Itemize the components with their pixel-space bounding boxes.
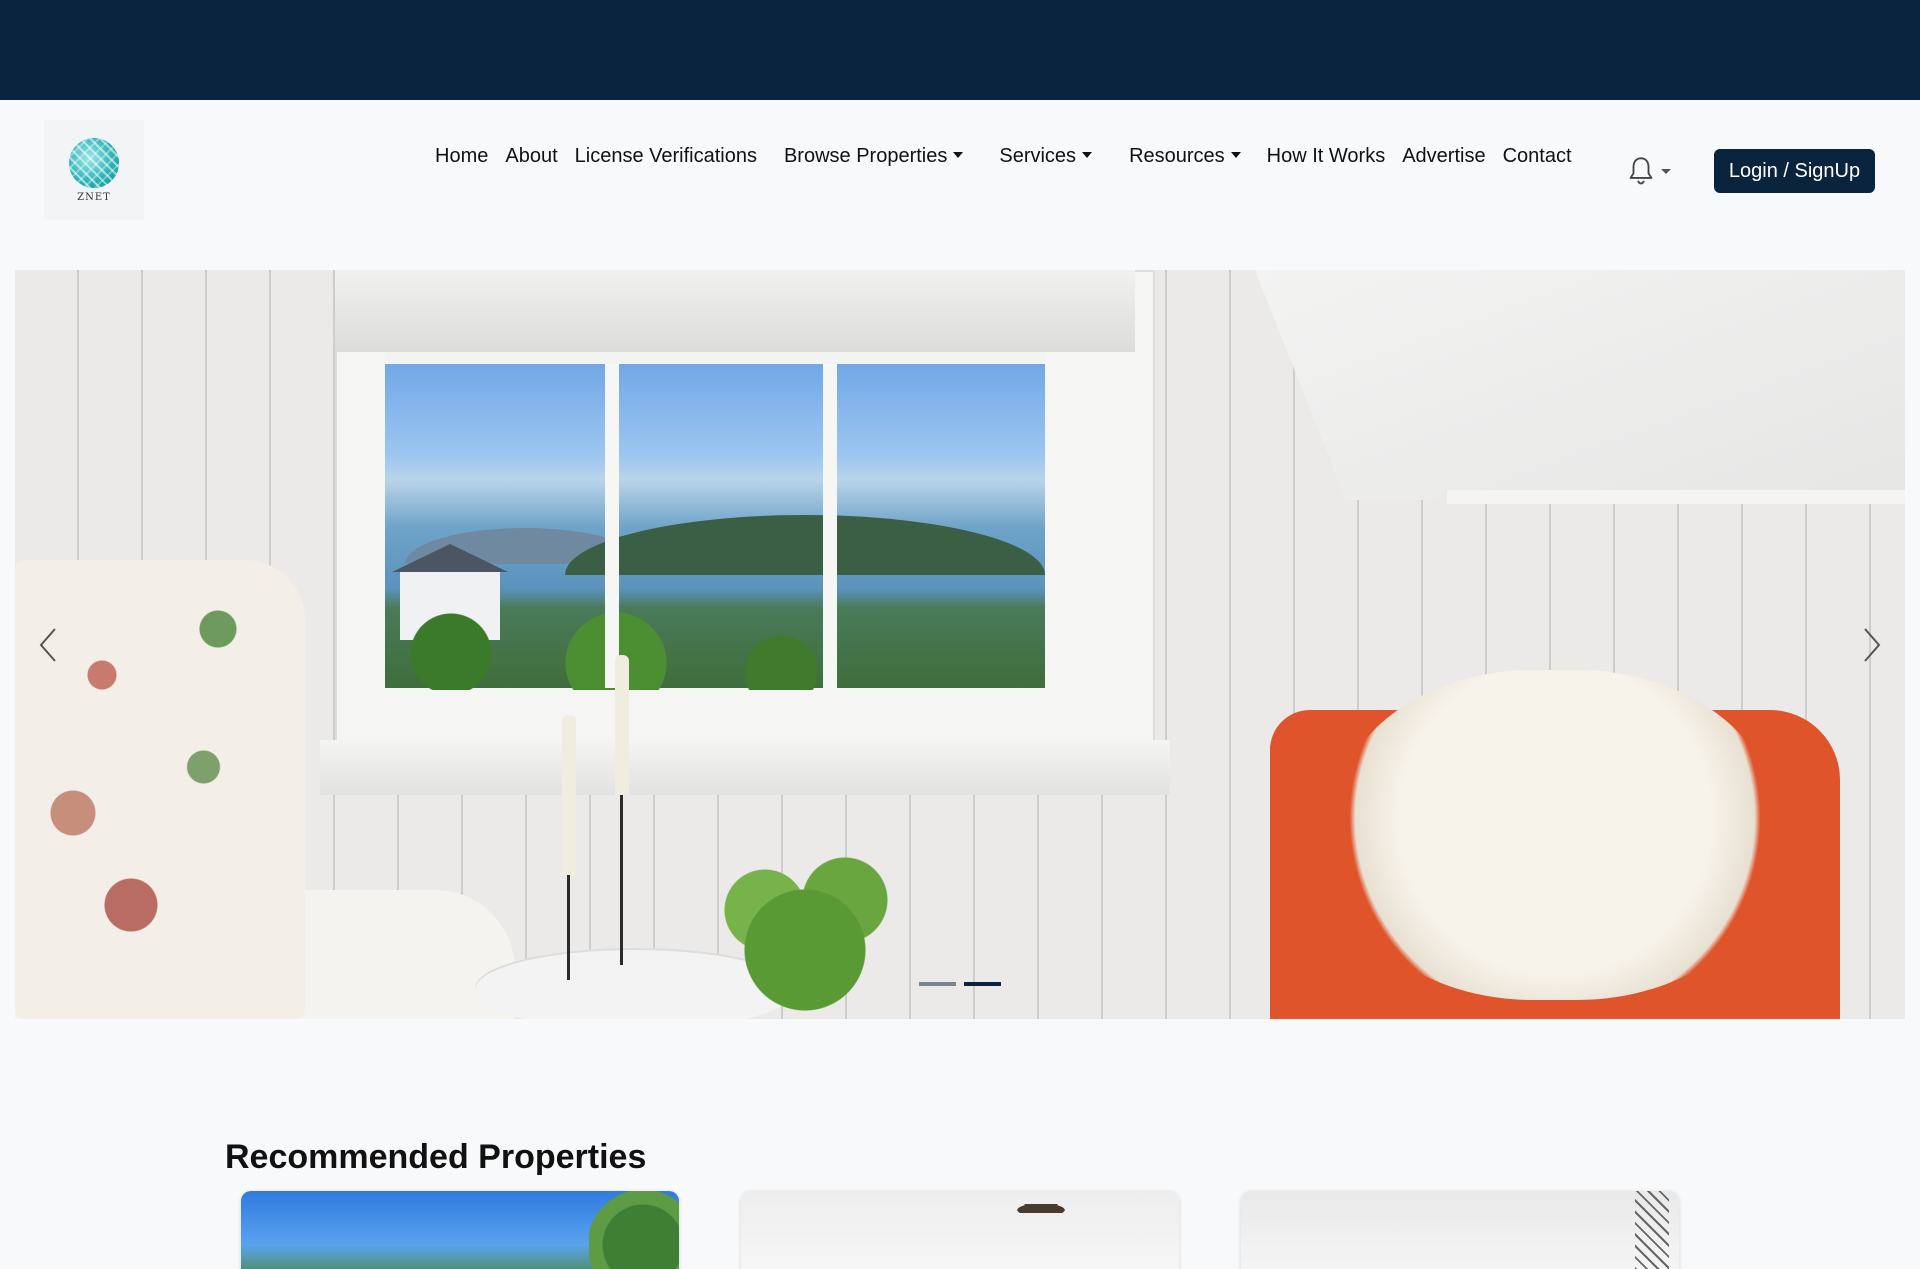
nav-about[interactable]: About	[505, 145, 557, 168]
globe-logo-icon	[69, 137, 119, 188]
main-nav: Home About License Verifications Browse …	[435, 140, 1572, 172]
carousel-next-button[interactable]	[1857, 625, 1887, 665]
chevron-right-icon	[1864, 628, 1881, 662]
chevron-left-icon	[39, 628, 56, 662]
bell-icon	[1629, 157, 1653, 185]
carousel-indicator-2[interactable]	[964, 982, 1001, 986]
property-card[interactable]	[241, 1191, 679, 1269]
nav-contact[interactable]: Contact	[1503, 145, 1572, 168]
nav-how-it-works[interactable]: How It Works	[1267, 145, 1386, 168]
carousel-indicators	[919, 982, 1001, 986]
carousel-prev-button[interactable]	[33, 625, 63, 665]
nav-license-verifications[interactable]: License Verifications	[575, 145, 757, 168]
recommended-properties-heading: Recommended Properties	[225, 1138, 647, 1176]
carousel-indicator-1[interactable]	[919, 982, 956, 986]
nav-resources-dropdown[interactable]: Resources	[1129, 145, 1241, 168]
top-banner	[0, 0, 1920, 100]
hero-carousel	[15, 270, 1905, 1019]
logo-text: ZNET	[77, 191, 111, 203]
nav-services-dropdown[interactable]: Services	[999, 145, 1092, 168]
property-card[interactable]	[1241, 1191, 1679, 1269]
chevron-down-icon	[1661, 168, 1671, 174]
nav-advertise[interactable]: Advertise	[1402, 145, 1485, 168]
znet-logo[interactable]: ZNET	[44, 120, 144, 220]
notifications-dropdown[interactable]	[1627, 155, 1677, 187]
property-card[interactable]	[741, 1191, 1179, 1269]
nav-browse-properties-dropdown[interactable]: Browse Properties	[784, 145, 963, 168]
login-signup-button[interactable]: Login / SignUp	[1714, 149, 1875, 193]
nav-home[interactable]: Home	[435, 145, 488, 168]
